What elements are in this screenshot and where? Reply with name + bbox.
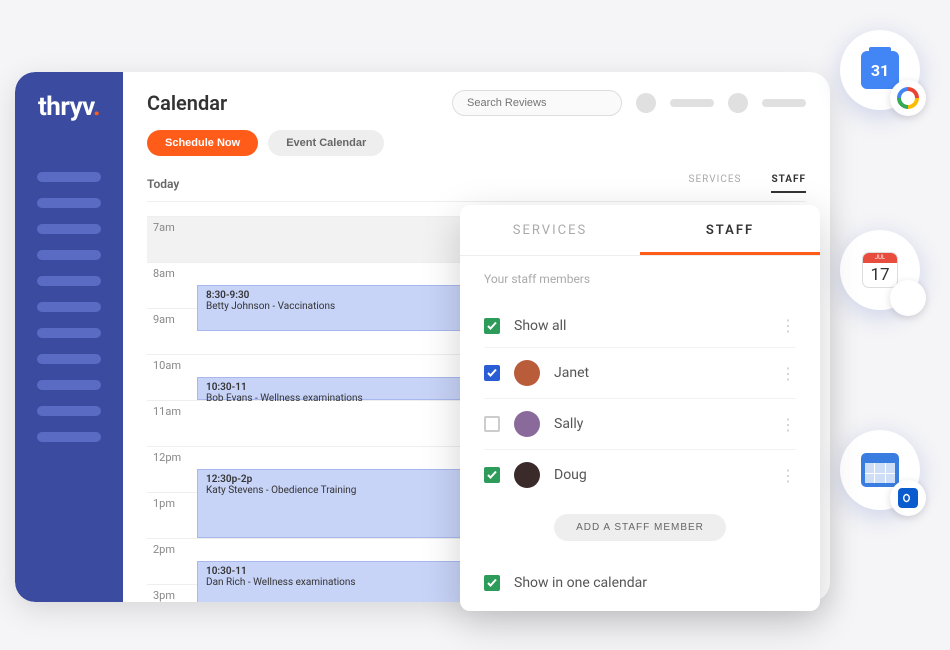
one-calendar-label: Show in one calendar: [514, 575, 647, 591]
show-all-label: Show all: [514, 318, 766, 334]
header: Calendar: [147, 90, 806, 116]
staff-panel: SERVICES STAFF Your staff members Show a…: [460, 205, 820, 611]
search-input[interactable]: [452, 90, 622, 116]
staff-name: Doug: [554, 467, 766, 483]
nav-item[interactable]: [37, 380, 101, 390]
tab-staff[interactable]: STAFF: [771, 174, 806, 193]
tab-services[interactable]: SERVICES: [689, 174, 742, 193]
google-calendar-icon: 31: [861, 51, 899, 89]
checkbox-icon[interactable]: [484, 416, 500, 432]
hour-label: 11am: [147, 401, 197, 446]
google-calendar-badge: 31: [840, 30, 920, 110]
panel-tab-services[interactable]: SERVICES: [460, 205, 640, 255]
action-buttons: Schedule Now Event Calendar: [147, 130, 806, 156]
schedule-now-button[interactable]: Schedule Now: [147, 130, 258, 156]
panel-body: Your staff members Show all ⋮ Janet⋮Sall…: [460, 256, 820, 565]
sidebar: thryv: [15, 72, 123, 602]
outlook-icon: [898, 488, 918, 508]
panel-tabs: SERVICES STAFF: [460, 205, 820, 256]
hour-label: 2pm: [147, 539, 197, 584]
hour-label: 3pm: [147, 585, 197, 602]
google-logo-badge: [890, 80, 926, 116]
more-icon[interactable]: ⋮: [780, 466, 796, 485]
outlook-logo-badge: [890, 480, 926, 516]
nav-item[interactable]: [37, 354, 101, 364]
today-label[interactable]: Today: [147, 177, 179, 191]
staff-row[interactable]: Doug ⋮: [484, 450, 796, 500]
staff-row[interactable]: Janet ⋮: [484, 348, 796, 399]
view-tabs: SERVICES STAFF: [689, 174, 806, 193]
apple-calendar-icon: JUL 17: [862, 252, 898, 288]
google-icon: [897, 87, 919, 109]
panel-tab-staff[interactable]: STAFF: [640, 205, 820, 255]
nav-item[interactable]: [37, 276, 101, 286]
name-placeholder: [670, 99, 714, 107]
logo: thryv: [27, 92, 111, 122]
checkbox-icon[interactable]: [484, 365, 500, 381]
outlook-calendar-badge: [840, 430, 920, 510]
event-calendar-button[interactable]: Event Calendar: [268, 130, 384, 156]
nav-item[interactable]: [37, 432, 101, 442]
checkbox-icon[interactable]: [484, 467, 500, 483]
nav-item[interactable]: [37, 406, 101, 416]
staff-name: Janet: [554, 365, 766, 381]
checkbox-icon[interactable]: [484, 318, 500, 334]
name-placeholder: [762, 99, 806, 107]
avatar-placeholder[interactable]: [728, 93, 748, 113]
nav-item[interactable]: [37, 198, 101, 208]
staff-row[interactable]: Sally ⋮: [484, 399, 796, 450]
nav-item[interactable]: [37, 302, 101, 312]
hour-label: 8am: [147, 263, 197, 308]
nav-item[interactable]: [37, 172, 101, 182]
more-icon[interactable]: ⋮: [780, 316, 796, 335]
one-calendar-row[interactable]: Show in one calendar: [460, 565, 820, 591]
more-icon[interactable]: ⋮: [780, 415, 796, 434]
hour-label: 1pm: [147, 493, 197, 538]
subheader: Today SERVICES STAFF: [147, 174, 806, 202]
panel-subtitle: Your staff members: [484, 272, 796, 286]
hour-label: 12pm: [147, 447, 197, 492]
avatar-placeholder[interactable]: [636, 93, 656, 113]
hour-label: 10am: [147, 355, 197, 400]
hour-label: 9am: [147, 309, 197, 354]
nav-item[interactable]: [37, 224, 101, 234]
outlook-calendar-icon: [861, 453, 899, 487]
avatar: [514, 411, 540, 437]
staff-name: Sally: [554, 416, 766, 432]
more-icon[interactable]: ⋮: [780, 364, 796, 383]
add-staff-button[interactable]: ADD A STAFF MEMBER: [554, 514, 726, 541]
nav-item[interactable]: [37, 328, 101, 338]
apple-calendar-badge: JUL 17: [840, 230, 920, 310]
checkbox-icon[interactable]: [484, 575, 500, 591]
apple-logo-badge: [890, 280, 926, 316]
avatar: [514, 462, 540, 488]
nav-item[interactable]: [37, 250, 101, 260]
hour-label: 7am: [147, 217, 197, 262]
avatar: [514, 360, 540, 386]
page-title: Calendar: [147, 91, 227, 115]
show-all-row[interactable]: Show all ⋮: [484, 304, 796, 348]
